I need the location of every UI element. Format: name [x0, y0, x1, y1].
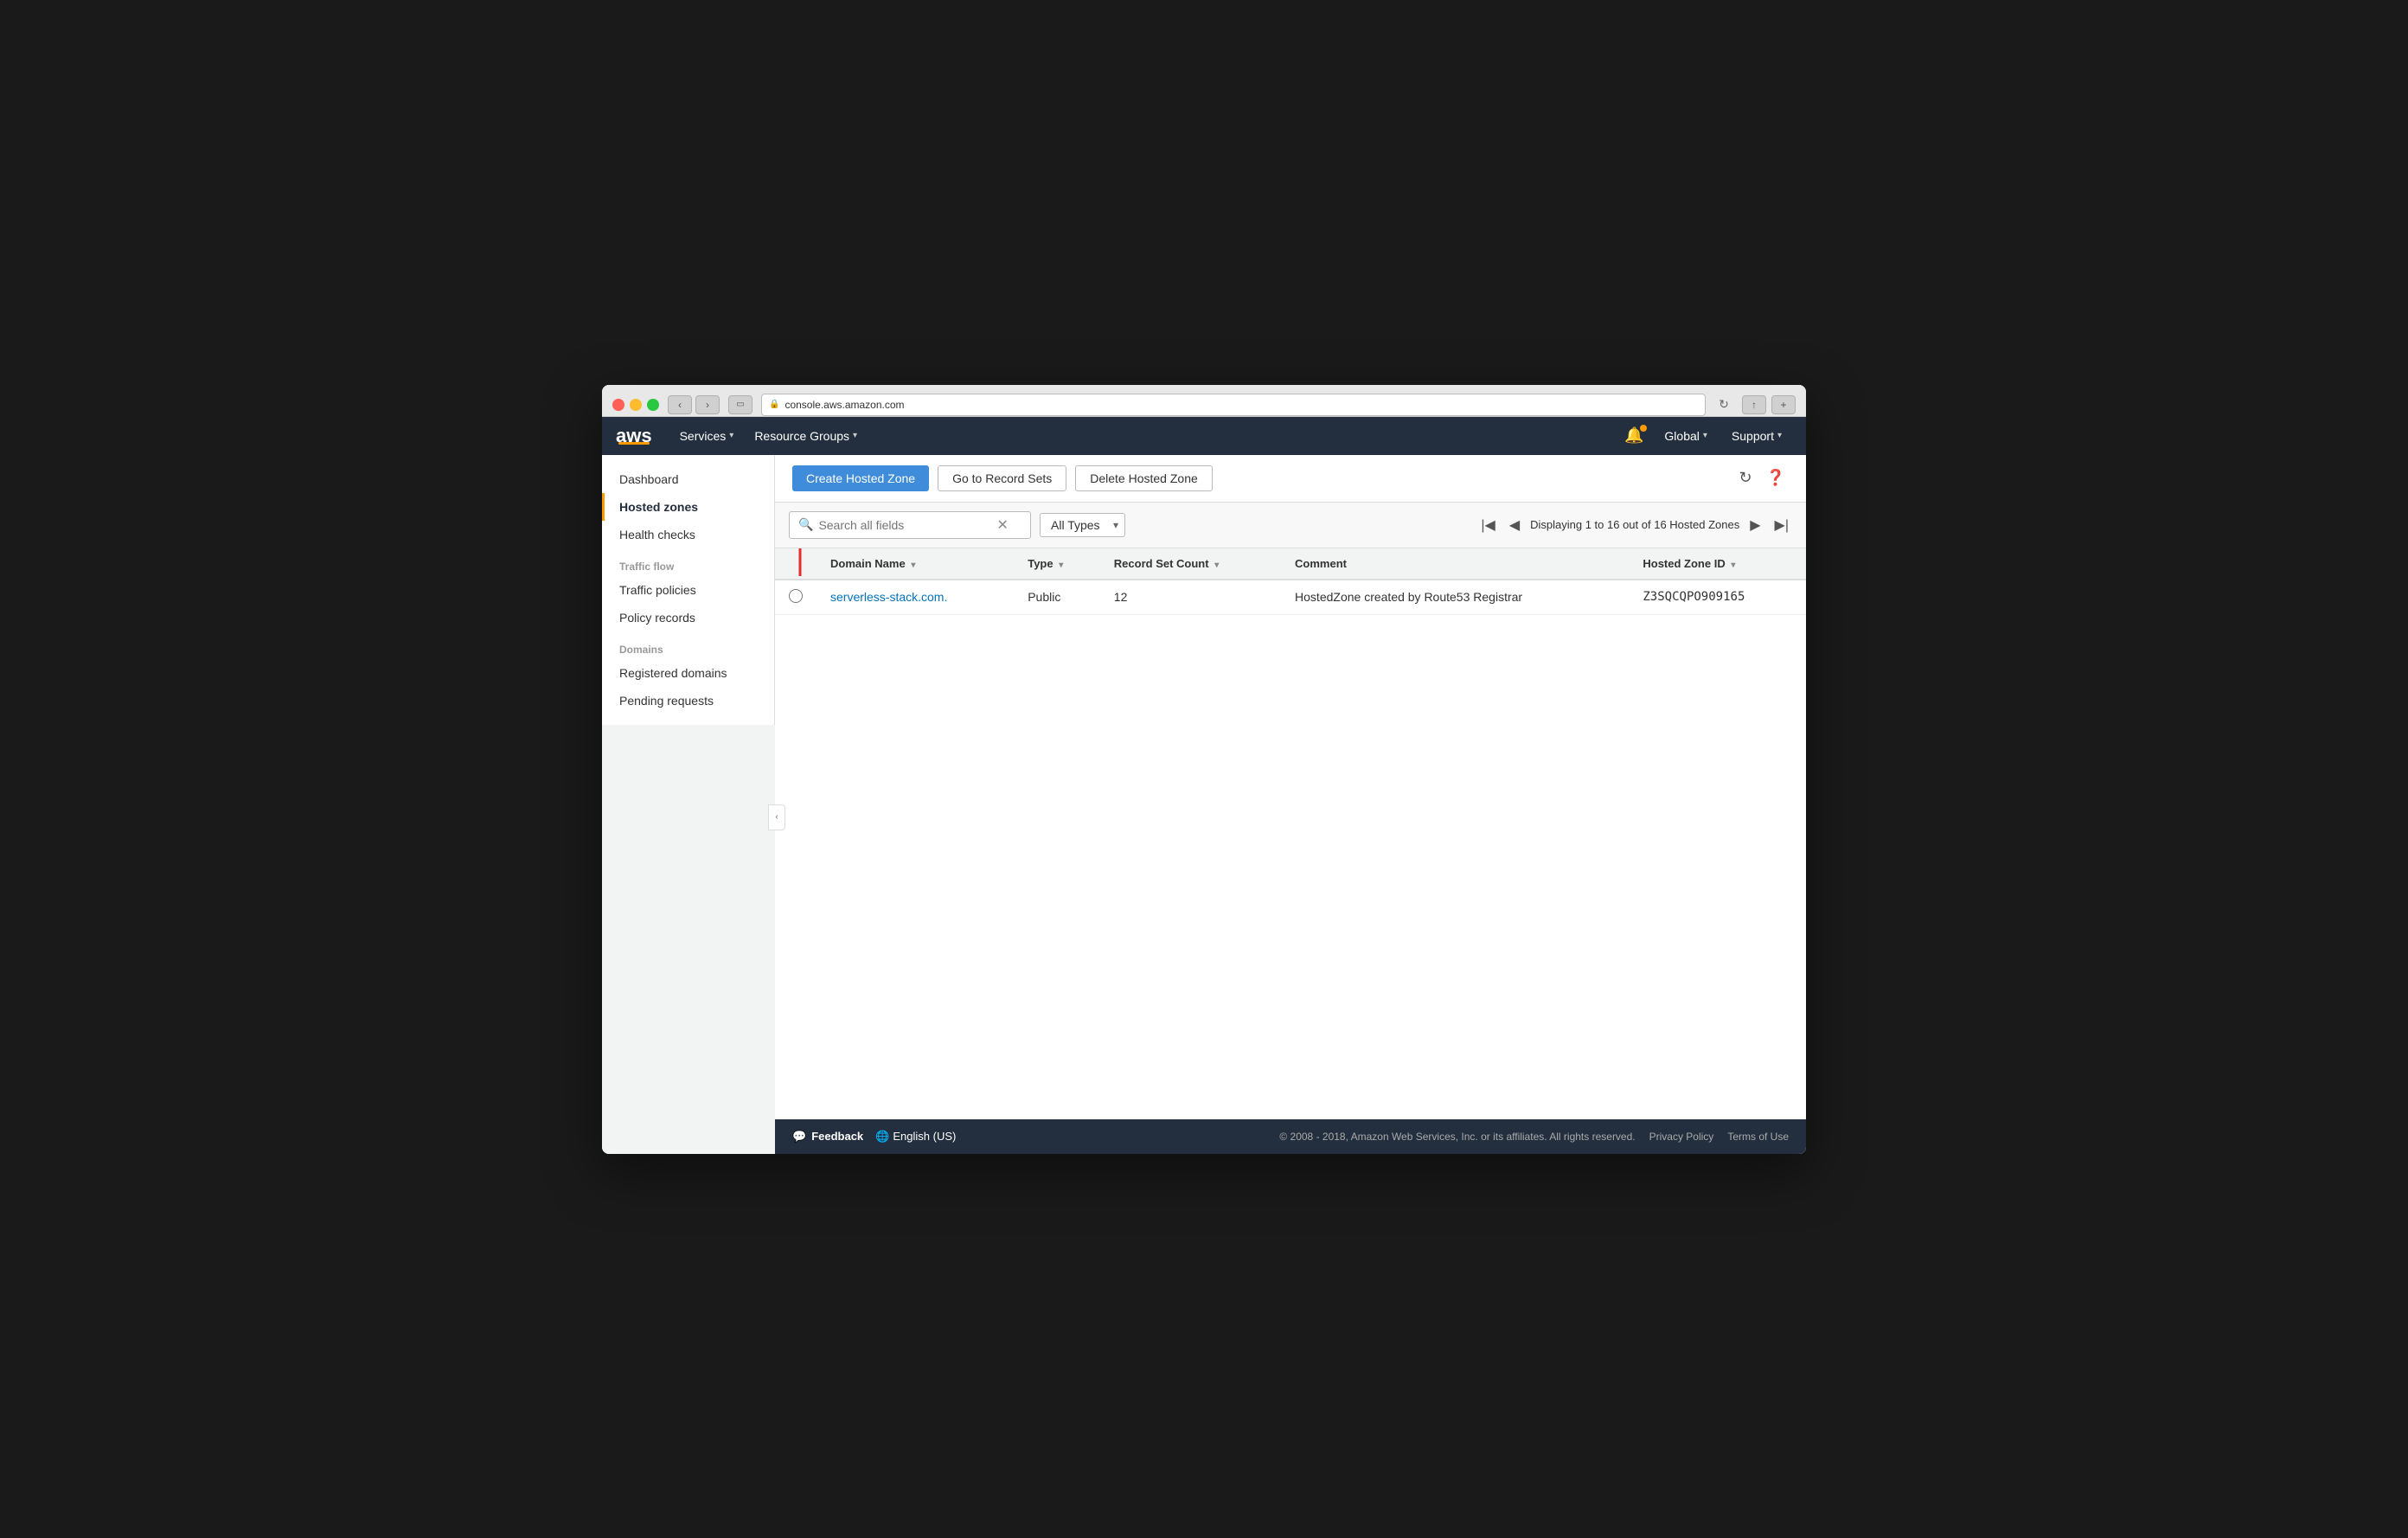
close-button[interactable] [612, 399, 624, 411]
privacy-policy-link[interactable]: Privacy Policy [1649, 1131, 1714, 1143]
domains-section-label: Domains [602, 631, 774, 659]
sidebar-item-registered-domains[interactable]: Registered domains [602, 659, 774, 687]
aws-app: aws Services ▾ Resource Groups ▾ 🔔 Globa… [602, 417, 1806, 1154]
go-to-record-sets-button[interactable]: Go to Record Sets [938, 465, 1066, 491]
share-button[interactable]: ↑ [1742, 395, 1766, 414]
notifications-bell[interactable]: 🔔 [1617, 426, 1650, 445]
toolbar-actions: ↻ ❓ [1735, 465, 1789, 490]
type-sort-icon: ▾ [1059, 561, 1063, 570]
clear-search-icon[interactable]: ✕ [996, 516, 1008, 534]
next-page-button[interactable]: ▶ [1746, 515, 1764, 535]
aws-top-nav: aws Services ▾ Resource Groups ▾ 🔔 Globa… [602, 417, 1806, 455]
sidebar-item-dashboard[interactable]: Dashboard [602, 465, 774, 493]
url-text: console.aws.amazon.com [785, 399, 904, 411]
delete-hosted-zone-button[interactable]: Delete Hosted Zone [1075, 465, 1213, 491]
traffic-flow-section-label: Traffic flow [602, 548, 774, 576]
reload-button[interactable]: ↻ [1714, 395, 1733, 414]
terms-link[interactable]: Terms of Use [1727, 1131, 1789, 1143]
annotation-arrow [787, 548, 813, 585]
footer-left: 💬 Feedback 🌐 English (US) [792, 1130, 956, 1144]
sidebar-item-traffic-policies[interactable]: Traffic policies [602, 576, 774, 604]
row-radio-cell [775, 580, 817, 615]
toolbar: Create Hosted Zone Go to Record Sets Del… [775, 455, 1806, 503]
sidebar-item-policy-records[interactable]: Policy records [602, 604, 774, 631]
search-box: 🔍 ✕ [789, 511, 1031, 539]
tab-view-button[interactable]: ▭ [728, 395, 752, 414]
search-input[interactable] [818, 518, 991, 532]
fullscreen-button[interactable] [647, 399, 659, 411]
table-row[interactable]: serverless-stack.com. Public 12 HostedZo… [775, 580, 1806, 615]
refresh-button[interactable]: ↻ [1735, 465, 1755, 490]
resource-groups-caret-icon: ▾ [853, 431, 857, 440]
sidebar-item-health-checks[interactable]: Health checks [602, 521, 774, 548]
content-area: Create Hosted Zone Go to Record Sets Del… [775, 455, 1806, 1154]
services-nav-item[interactable]: Services ▾ [669, 417, 745, 455]
col-type-header[interactable]: Type ▾ [1014, 548, 1100, 580]
row-domain-name-cell[interactable]: serverless-stack.com. [817, 580, 1014, 615]
create-hosted-zone-button[interactable]: Create Hosted Zone [792, 465, 929, 491]
sidebar-wrapper: Dashboard Hosted zones Health checks Tra… [602, 455, 775, 1154]
sidebar-item-hosted-zones[interactable]: Hosted zones [602, 493, 774, 521]
minimize-button[interactable] [630, 399, 642, 411]
feedback-button[interactable]: 💬 Feedback [792, 1130, 863, 1144]
row-radio-input[interactable] [789, 589, 803, 603]
row-type-cell: Public [1014, 580, 1100, 615]
last-page-button[interactable]: ▶| [1771, 515, 1792, 535]
type-filter-wrapper: All Types Public Private [1040, 513, 1125, 537]
traffic-lights [612, 399, 659, 411]
table-body: serverless-stack.com. Public 12 HostedZo… [775, 580, 1806, 615]
table-area: Domain Name ▾ Type ▾ Record Set Count ▾ … [775, 548, 1806, 1119]
forward-button[interactable]: › [695, 395, 720, 414]
support-caret-icon: ▾ [1777, 431, 1782, 440]
table-header-row: Domain Name ▾ Type ▾ Record Set Count ▾ … [775, 548, 1806, 580]
row-hosted-zone-id-cell: Z3SQCQPO909165 [1629, 580, 1806, 615]
hosted-zones-table: Domain Name ▾ Type ▾ Record Set Count ▾ … [775, 548, 1806, 615]
global-nav-item[interactable]: Global ▾ [1654, 417, 1718, 455]
help-button[interactable]: ❓ [1763, 465, 1789, 490]
main-layout: Dashboard Hosted zones Health checks Tra… [602, 455, 1806, 1154]
lock-icon: 🔒 [769, 400, 779, 409]
col-domain-name-header[interactable]: Domain Name ▾ [817, 548, 1014, 580]
add-tab-button[interactable]: + [1771, 395, 1796, 414]
hosted-zone-id-sort-icon: ▾ [1731, 561, 1735, 570]
back-button[interactable]: ‹ [668, 395, 692, 414]
nav-right: 🔔 Global ▾ Support ▾ [1617, 417, 1792, 455]
language-selector[interactable]: 🌐 English (US) [875, 1130, 956, 1144]
copyright-text: © 2008 - 2018, Amazon Web Services, Inc.… [1279, 1131, 1635, 1143]
row-comment-cell: HostedZone created by Route53 Registrar [1281, 580, 1629, 615]
record-set-count-sort-icon: ▾ [1214, 561, 1219, 570]
type-filter-select[interactable]: All Types Public Private [1040, 513, 1125, 537]
footer: 💬 Feedback 🌐 English (US) © 2008 - 2018,… [775, 1119, 1806, 1154]
services-caret-icon: ▾ [729, 431, 733, 440]
filter-bar: 🔍 ✕ All Types Public Private |◀ ◀ [775, 503, 1806, 548]
sidebar-collapse-button[interactable]: ‹ [768, 804, 785, 830]
col-record-set-count-header[interactable]: Record Set Count ▾ [1100, 548, 1281, 580]
globe-icon: 🌐 [875, 1130, 889, 1144]
search-icon: 🔍 [798, 517, 813, 532]
aws-logo: aws [616, 426, 652, 445]
address-bar[interactable]: 🔒 console.aws.amazon.com [761, 394, 1706, 416]
col-hosted-zone-id-header[interactable]: Hosted Zone ID ▾ [1629, 548, 1806, 580]
resource-groups-nav-item[interactable]: Resource Groups ▾ [744, 417, 868, 455]
global-caret-icon: ▾ [1703, 431, 1707, 440]
col-comment-header: Comment [1281, 548, 1629, 580]
sidebar-item-pending-requests[interactable]: Pending requests [602, 687, 774, 715]
footer-right: © 2008 - 2018, Amazon Web Services, Inc.… [1279, 1131, 1789, 1143]
first-page-button[interactable]: |◀ [1477, 515, 1498, 535]
pagination-text: Displaying 1 to 16 out of 16 Hosted Zone… [1530, 518, 1739, 531]
feedback-chat-icon: 💬 [792, 1130, 806, 1144]
row-record-set-count-cell: 12 [1100, 580, 1281, 615]
prev-page-button[interactable]: ◀ [1506, 515, 1523, 535]
notification-dot [1640, 425, 1647, 432]
domain-name-link[interactable]: serverless-stack.com. [830, 590, 947, 604]
domain-name-sort-icon: ▾ [911, 561, 915, 570]
support-nav-item[interactable]: Support ▾ [1721, 417, 1792, 455]
sidebar: Dashboard Hosted zones Health checks Tra… [602, 455, 775, 725]
pagination-info: |◀ ◀ Displaying 1 to 16 out of 16 Hosted… [1477, 515, 1792, 535]
